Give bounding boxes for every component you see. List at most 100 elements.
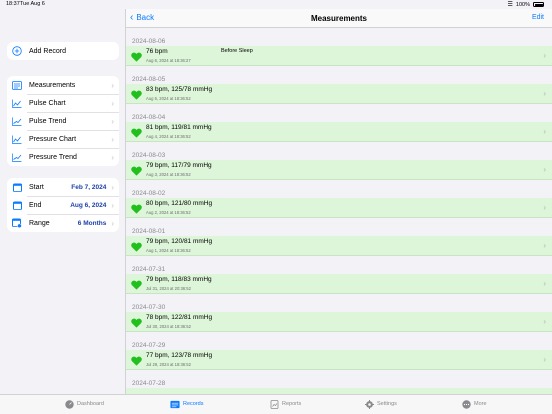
heart-icon — [131, 318, 142, 328]
measurement-values: 79 bpm, 120/81 mmHg — [146, 238, 213, 245]
tab-reports[interactable]: Reports — [269, 399, 301, 409]
trend-icon — [12, 152, 22, 162]
reports-icon — [269, 399, 279, 409]
tab-label: Dashboard — [77, 401, 104, 407]
list-item[interactable]: 80 bpm, 121/80 mmHg Aug 2, 2024 at 18:36… — [126, 198, 552, 218]
sidebar-item-label: Measurements — [29, 81, 76, 89]
tab-label: Records — [183, 401, 204, 407]
list-item[interactable]: 76 bpm Before Sleep Aug 6, 2024 at 18:36… — [126, 46, 552, 66]
sidebar-item-measurements[interactable]: Measurements › — [7, 76, 119, 94]
tab-more[interactable]: More — [461, 399, 487, 409]
battery-icon — [533, 2, 544, 7]
section-header-date: 2024-07-29 — [132, 342, 166, 349]
list-item[interactable]: 77 bpm, 123/78 mmHg Jul 29, 2024 at 18:3… — [126, 350, 552, 370]
list-section: 2024-08-01 79 bpm, 120/81 mmHg Aug 1, 20… — [126, 218, 552, 256]
plus-circle-icon — [12, 46, 22, 56]
tab-settings[interactable]: Settings — [364, 399, 397, 409]
heart-icon — [131, 52, 142, 62]
list-section: 2024-07-29 77 bpm, 123/78 mmHg Jul 29, 2… — [126, 332, 552, 370]
dashboard-icon — [64, 399, 74, 409]
chevron-right-icon: › — [111, 200, 114, 210]
calendar-range-icon — [12, 218, 22, 228]
list-section: 2024-08-04 81 bpm, 119/81 mmHg Aug 4, 20… — [126, 104, 552, 142]
section-header-date: 2024-08-06 — [132, 38, 166, 45]
tab-bar: Dashboard Records Reports Settings More — [0, 394, 552, 414]
chevron-right-icon: › — [543, 279, 546, 288]
measurement-note: Before Sleep — [221, 48, 253, 54]
measurement-timestamp: Aug 5, 2024 at 18:36:52 — [146, 96, 191, 101]
measurement-values: 80 bpm, 121/80 mmHg — [146, 200, 213, 207]
add-record-group: Add Record — [7, 42, 119, 60]
calendar-icon — [12, 182, 22, 192]
edit-button[interactable]: Edit — [532, 14, 544, 21]
chevron-right-icon: › — [111, 98, 114, 108]
measurement-timestamp: Aug 4, 2024 at 18:36:52 — [146, 134, 191, 139]
measurement-timestamp: Aug 3, 2024 at 18:36:52 — [146, 172, 191, 177]
chevron-right-icon: › — [111, 218, 114, 228]
status-time: 18:37 — [6, 1, 20, 7]
heart-icon — [131, 280, 142, 290]
list-item[interactable]: 79 bpm, 118/83 mmHg Jul 31, 2024 at 20:3… — [126, 274, 552, 294]
list-section: 2024-08-03 79 bpm, 117/79 mmHg Aug 3, 20… — [126, 142, 552, 180]
chevron-right-icon: › — [543, 51, 546, 60]
navigation-bar: ‹ Back Measurements Edit — [126, 9, 552, 28]
chevron-right-icon: › — [543, 165, 546, 174]
chevron-right-icon: › — [543, 355, 546, 364]
tab-records[interactable]: Records — [170, 399, 203, 409]
chevron-right-icon: › — [111, 116, 114, 126]
sidebar-item-pressure-chart[interactable]: Pressure Chart › — [7, 130, 119, 148]
end-date-label: End — [29, 201, 42, 209]
section-header-date: 2024-08-03 — [132, 152, 166, 159]
chevron-right-icon: › — [543, 317, 546, 326]
measurement-timestamp: Aug 2, 2024 at 18:36:52 — [146, 210, 191, 215]
nav-group: Measurements › Pulse Chart › Pulse Trend… — [7, 76, 119, 166]
range-value: 6 Months — [77, 219, 107, 227]
sidebar-item-pulse-trend[interactable]: Pulse Trend › — [7, 112, 119, 130]
status-right: ☰ 100% — [508, 1, 544, 8]
list-item[interactable]: 81 bpm, 119/81 mmHg Aug 4, 2024 at 18:36… — [126, 122, 552, 142]
end-date-value: Aug 6, 2024 — [70, 201, 107, 209]
range-row[interactable]: Range 6 Months › — [7, 214, 119, 232]
section-header-date: 2024-07-28 — [132, 380, 166, 387]
main-pane: ‹ Back Measurements Edit 2024-08-06 76 b… — [126, 9, 552, 394]
list-item[interactable]: 79 bpm, 117/79 mmHg Aug 3, 2024 at 18:36… — [126, 160, 552, 180]
gear-icon — [364, 399, 374, 409]
chart-icon — [12, 98, 22, 108]
heart-icon — [131, 128, 142, 138]
section-header-date: 2024-08-02 — [132, 190, 166, 197]
end-date-row[interactable]: End Aug 6, 2024 › — [7, 196, 119, 214]
trend-icon — [12, 116, 22, 126]
heart-icon — [131, 90, 142, 100]
date-filter-group: Start Feb 7, 2024 › End Aug 6, 2024 › Ra… — [7, 178, 119, 232]
measurements-list[interactable]: 2024-08-06 76 bpm Before Sleep Aug 6, 20… — [126, 28, 552, 394]
calendar-icon — [12, 200, 22, 210]
status-bar: 18:37 Tue Aug 6 ☰ 100% — [0, 0, 552, 9]
measurement-values: 79 bpm, 118/83 mmHg — [146, 276, 212, 283]
add-record-button[interactable]: Add Record — [7, 42, 119, 60]
measurement-timestamp: Jul 31, 2024 at 20:36:52 — [146, 286, 191, 291]
list-icon — [12, 80, 22, 90]
measurement-values: 81 bpm, 119/81 mmHg — [146, 124, 212, 131]
heart-icon — [131, 166, 142, 176]
sidebar-item-pressure-trend[interactable]: Pressure Trend › — [7, 148, 119, 166]
tab-dashboard[interactable]: Dashboard — [64, 399, 104, 409]
section-header-date: 2024-08-05 — [132, 76, 166, 83]
list-item[interactable]: 78 bpm, 122/81 mmHg Jul 30, 2024 at 18:3… — [126, 312, 552, 332]
records-icon — [170, 399, 180, 409]
chevron-right-icon: › — [111, 182, 114, 192]
heart-icon — [131, 204, 142, 214]
measurement-values: 78 bpm, 122/81 mmHg — [146, 314, 213, 321]
tab-label: Reports — [282, 401, 302, 407]
start-date-value: Feb 7, 2024 — [71, 183, 107, 191]
sidebar-item-label: Pressure Chart — [29, 135, 77, 143]
start-date-row[interactable]: Start Feb 7, 2024 › — [7, 178, 119, 196]
chevron-right-icon: › — [111, 80, 114, 90]
measurement-values: 83 bpm, 125/78 mmHg — [146, 86, 213, 93]
chart-icon — [12, 134, 22, 144]
list-item[interactable]: 83 bpm, 125/78 mmHg Aug 5, 2024 at 18:36… — [126, 84, 552, 104]
tab-label: More — [474, 401, 487, 407]
range-label: Range — [29, 219, 50, 227]
start-date-label: Start — [29, 183, 44, 191]
sidebar-item-pulse-chart[interactable]: Pulse Chart › — [7, 94, 119, 112]
list-item[interactable]: 79 bpm, 120/81 mmHg Aug 1, 2024 at 18:36… — [126, 236, 552, 256]
